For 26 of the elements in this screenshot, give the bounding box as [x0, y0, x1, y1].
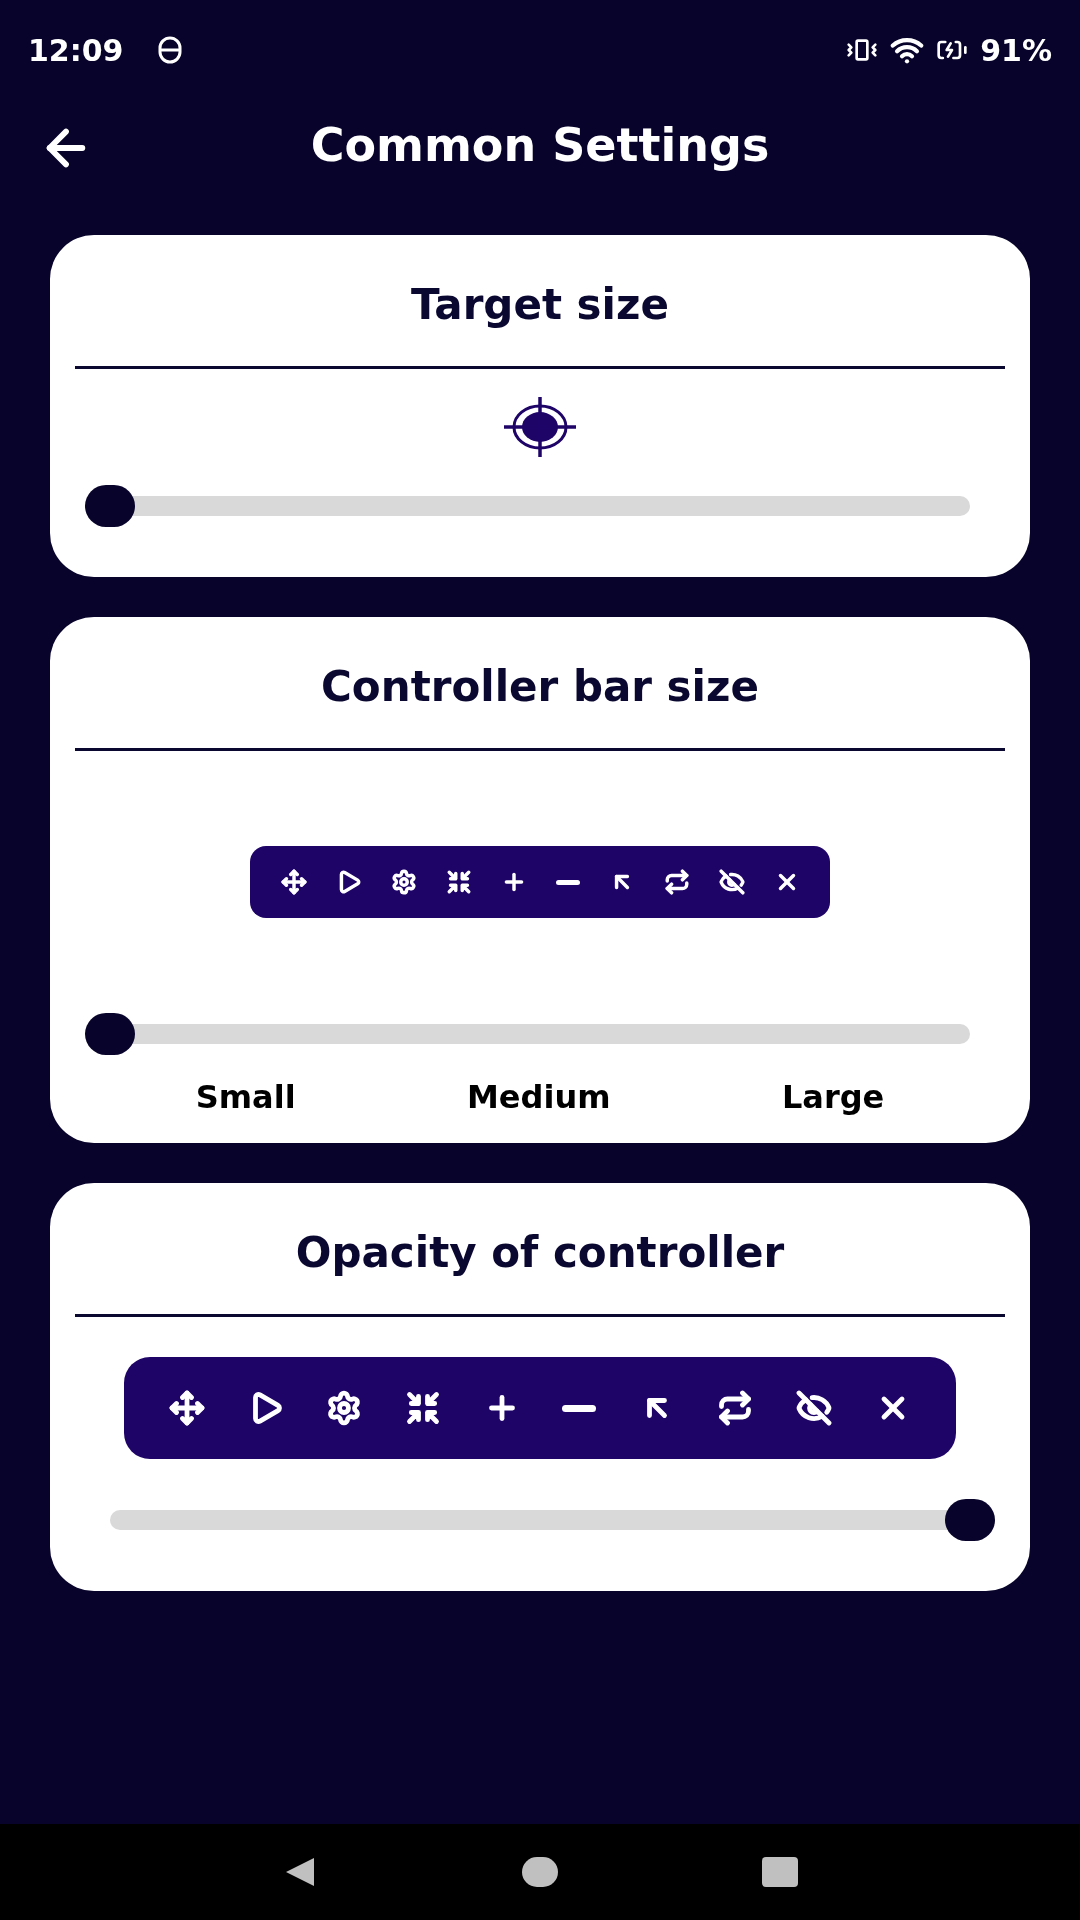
- minus-icon: [555, 879, 580, 885]
- minus-icon: [562, 1404, 597, 1412]
- card-title: Opacity of controller: [295, 1227, 785, 1279]
- home-nav-icon[interactable]: [522, 1857, 558, 1887]
- settings-icon: [326, 1390, 363, 1426]
- move-icon: [280, 869, 307, 895]
- slider-thumb[interactable]: [945, 1499, 995, 1541]
- shrink-icon: [445, 869, 472, 895]
- scale-label: Medium: [467, 1077, 611, 1118]
- page-title: Common Settings: [310, 116, 770, 174]
- move-icon: [169, 1390, 206, 1426]
- repeat-icon: [663, 869, 690, 895]
- scale-label: Large: [781, 1077, 885, 1118]
- slider-thumb[interactable]: [85, 1013, 135, 1055]
- eye-off-icon: [718, 869, 745, 895]
- card-title: Controller bar size: [321, 661, 759, 713]
- battery-percent: 91%: [980, 31, 1052, 70]
- slider-thumb[interactable]: [85, 485, 135, 527]
- settings-icon: [390, 869, 417, 895]
- card-title: Target size: [411, 279, 669, 331]
- scale-label: Small: [195, 1077, 296, 1118]
- repeat-icon: [717, 1390, 754, 1426]
- crosshair-icon: [504, 397, 576, 457]
- eye-off-icon: [796, 1390, 833, 1426]
- status-time: 12:09: [28, 31, 124, 70]
- shrink-icon: [405, 1390, 442, 1426]
